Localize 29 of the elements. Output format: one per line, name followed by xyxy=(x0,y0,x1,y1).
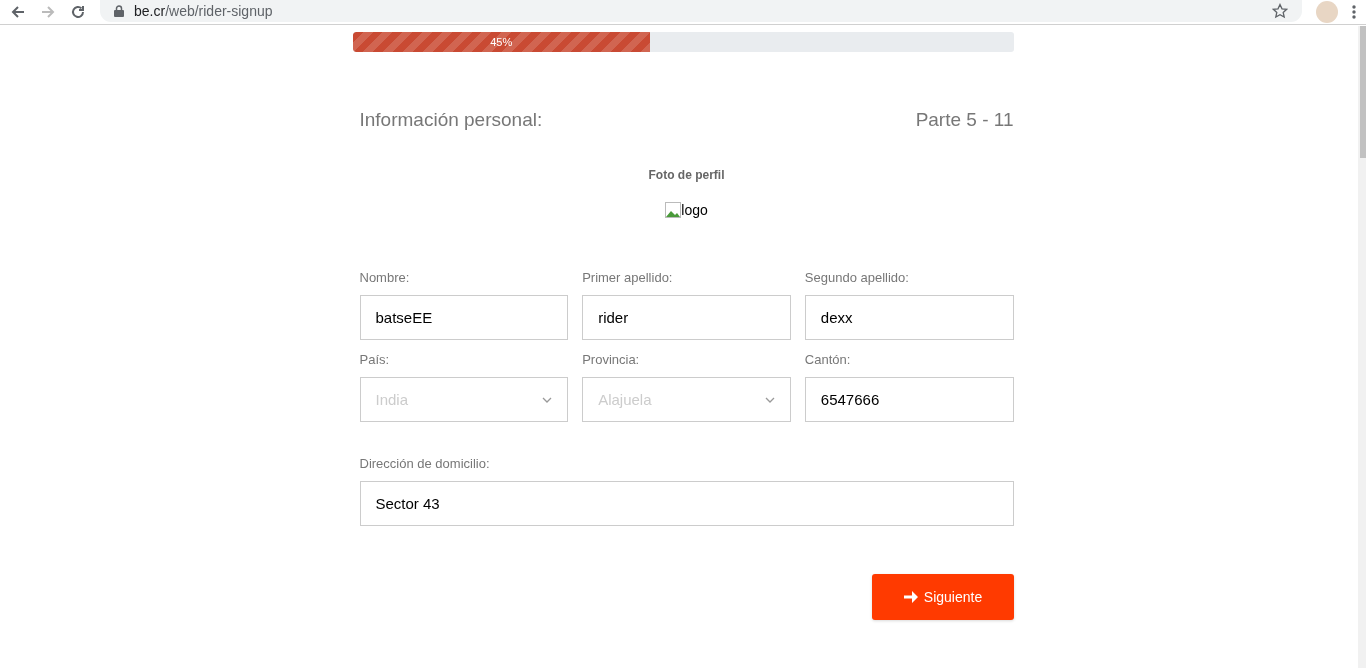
next-button[interactable]: Siguiente xyxy=(871,574,1014,620)
field-label: Cantón: xyxy=(804,352,852,367)
back-icon[interactable] xyxy=(10,4,26,20)
field-label: Nombre: xyxy=(359,270,411,285)
input-field[interactable]: rider xyxy=(582,295,791,340)
field-label: Primer apellido: xyxy=(582,270,674,285)
input-field[interactable]: batseEE xyxy=(359,295,569,340)
chevron-down-icon xyxy=(542,396,553,403)
image-alt-text: logo xyxy=(681,202,708,218)
input-field[interactable]: Sector 43 xyxy=(359,481,1014,526)
lock-icon xyxy=(114,5,124,17)
field-label: Provincia: xyxy=(582,352,641,367)
photo-label: Foto de perfil xyxy=(648,168,725,182)
input-field[interactable]: 6547666 xyxy=(804,377,1014,422)
section-title: Información personal: xyxy=(359,109,543,131)
star-icon[interactable] xyxy=(1272,3,1288,19)
address-bar[interactable]: be.cr/web/rider-signup xyxy=(134,3,273,19)
broken-image-icon xyxy=(665,202,682,218)
input-field[interactable]: dexx xyxy=(804,295,1014,340)
step-counter: Parte 5 - 11 xyxy=(915,109,1014,131)
field-label: País: xyxy=(359,352,391,367)
reload-icon[interactable] xyxy=(70,4,86,20)
progress-fill: 45% xyxy=(352,32,650,52)
menu-icon[interactable] xyxy=(1352,4,1356,20)
arrow-right-icon xyxy=(902,589,919,605)
scrollbar-thumb[interactable] xyxy=(1360,26,1366,158)
field-label: Dirección de domicilio: xyxy=(359,456,491,471)
chevron-down-icon xyxy=(764,396,775,403)
field-label: Segundo apellido: xyxy=(804,270,910,285)
